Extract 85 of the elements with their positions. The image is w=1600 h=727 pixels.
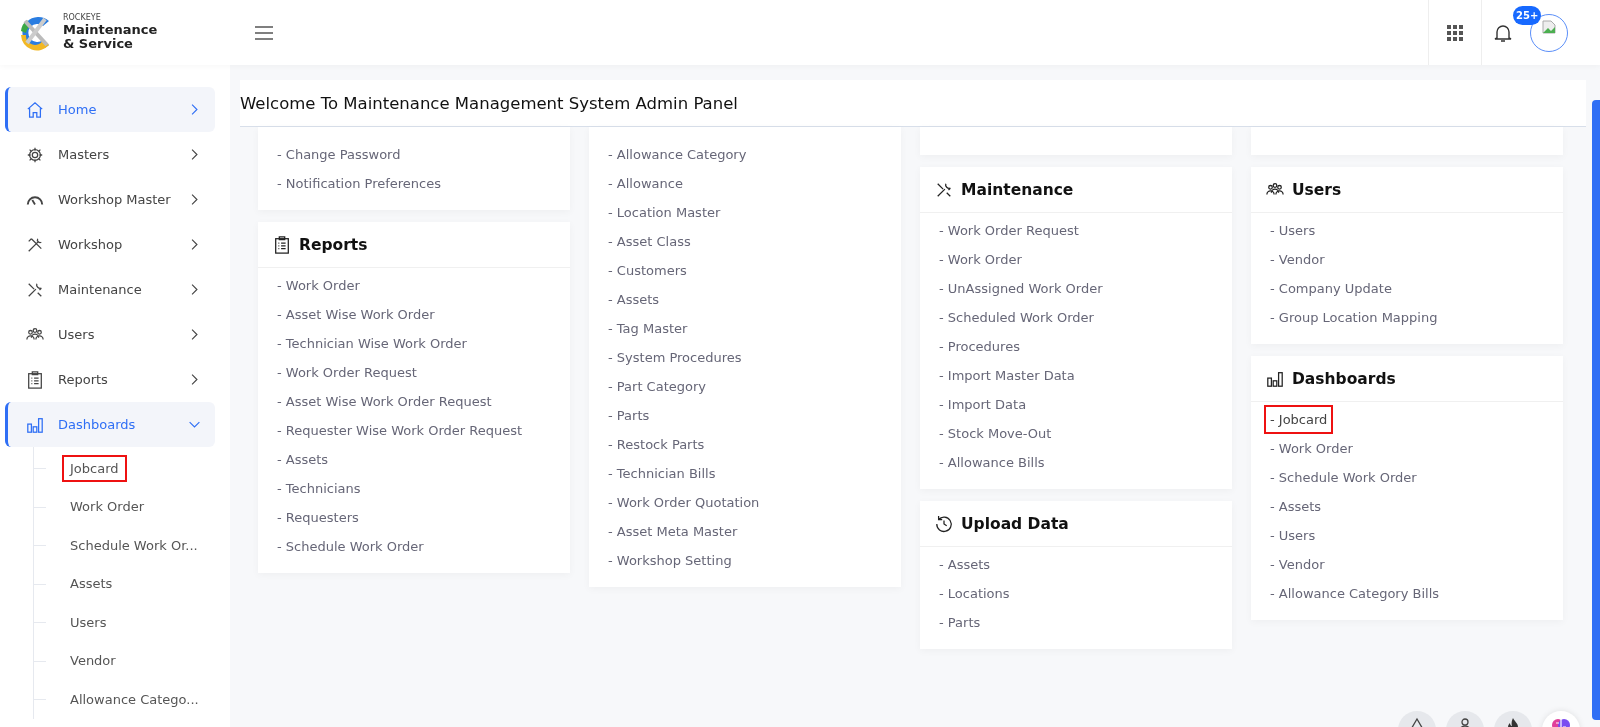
sidebar-subitem[interactable]: Vendor [62,647,124,675]
menu-link[interactable]: - Allowance Bills [933,448,1051,477]
menu-link[interactable]: - Technicians [271,474,367,503]
menu-link[interactable]: - Assets [1264,492,1328,521]
card-title: Dashboards [1292,369,1396,388]
sidebar-item[interactable]: Reports [5,357,215,402]
menu-link[interactable]: - Locations [933,579,1016,608]
menu-link[interactable]: - Work Order Quotation [602,488,766,517]
company-name: ROCKEYE [63,13,102,23]
menu-link[interactable]: - Vendor [1264,245,1331,274]
apps-grid-icon[interactable] [1428,0,1482,65]
menu-link[interactable]: - Procedures [933,332,1026,361]
sidebar-item[interactable]: Workshop [5,222,215,267]
sidebar-item[interactable]: Home [5,87,215,132]
clipboard-icon [273,235,291,254]
menu-link[interactable]: - Part Category [602,372,712,401]
sidebar-subitem[interactable]: Work Order [62,493,152,521]
app-name: & Service [63,36,134,52]
scrollbar-thumb[interactable] [1592,100,1600,720]
sidebar-subitem[interactable]: Users [62,608,115,636]
menu-link[interactable]: - Asset Wise Work Order Request [271,387,498,416]
menu-link[interactable]: - Tag Master [602,314,694,343]
menu-link[interactable]: - Asset Wise Work Order [271,300,441,329]
menu-link[interactable]: - Work Order [933,245,1028,274]
menu-link[interactable]: - Assets [933,550,997,579]
sidebar-item[interactable]: Maintenance [5,267,215,312]
menu-link[interactable]: - Assets [271,445,335,474]
gear-icon [26,145,44,164]
bar-chart-icon [1266,369,1284,388]
menu-link[interactable]: - Customers [602,256,693,285]
menu-link[interactable]: - Users [1264,216,1322,245]
clipboard-icon [26,370,44,389]
menu-link[interactable]: - Parts [933,608,987,637]
menu-link[interactable]: - Jobcard [1264,405,1334,434]
menu-link[interactable]: - Import Data [933,390,1033,419]
card-title: Upload Data [961,514,1069,533]
menu-link[interactable]: - Users [1264,521,1322,550]
bar-chart-icon [26,415,44,434]
notification-count-badge: 25+ [1513,6,1542,25]
menu-link[interactable]: - Group Location Mapping [1264,303,1444,332]
menu-link[interactable]: - Vendor [1264,550,1331,579]
menu-link[interactable]: - Schedule Work Order [1264,463,1423,492]
menu-link[interactable]: - Work Order [271,271,366,300]
sidebar-item[interactable]: Workshop Master [5,177,215,222]
menu-link[interactable]: - Notification Preferences [271,169,447,198]
menu-link[interactable]: - Requesters [271,503,365,532]
page-title: Welcome To Maintenance Management System Admin Panel [240,93,738,113]
home-icon [26,100,44,119]
sidebar-item[interactable]: Dashboards [5,402,215,447]
menu-link[interactable]: - Technician Wise Work Order [271,329,473,358]
menu-link[interactable]: - Work Order Request [933,216,1085,245]
menu-link[interactable]: - Import Master Data [933,361,1081,390]
menu-link[interactable]: - Schedule Work Order [271,532,430,561]
sidebar-subitem[interactable]: Allowance Catego... [62,685,207,713]
card-title: Users [1292,180,1342,199]
menu-link[interactable]: - Asset Class [602,227,697,256]
menu-link[interactable]: - Restock Parts [602,430,711,459]
menu-link[interactable]: - Company Update [1264,274,1398,303]
menu-link[interactable]: - Work Order [1264,434,1359,463]
sidebar-item[interactable]: Users [5,312,215,357]
menu-link[interactable]: - Parts [602,401,656,430]
menu-link[interactable]: - Change Password [271,140,407,169]
card-title: Maintenance [961,180,1074,199]
menu-link[interactable]: - UnAssigned Work Order [933,274,1109,303]
menu-link[interactable]: - Allowance [602,169,689,198]
menu-link[interactable]: - System Procedures [602,343,748,372]
card-title: Reports [299,235,368,254]
menu-link[interactable]: - Asset Meta Master [602,517,744,546]
sidebar-subitem[interactable]: Jobcard [62,454,127,482]
menu-link[interactable]: - Allowance Category Bills [1264,579,1446,608]
menu-link[interactable]: - Work Order Request [271,358,423,387]
menu-link[interactable]: - Scheduled Work Order [933,303,1100,332]
notification-bell-icon[interactable] [1494,22,1512,43]
menu-link[interactable]: - Allowance Category [602,140,753,169]
history-icon [935,514,953,533]
sidebar-subitem[interactable]: Assets [62,570,121,598]
menu-link[interactable]: - Stock Move-Out [933,419,1058,448]
sidebar-subitem[interactable]: Schedule Work Or... [62,531,206,559]
menu-link[interactable]: - Location Master [602,198,727,227]
menu-link[interactable]: - Requester Wise Work Order Request [271,416,529,445]
menu-link[interactable]: - Workshop Setting [602,546,738,575]
menu-link[interactable]: - Technician Bills [602,459,722,488]
sidebar-item[interactable]: Masters [5,132,215,177]
app-name: Maintenance [63,22,158,37]
menu-link[interactable]: - Assets [602,285,666,314]
